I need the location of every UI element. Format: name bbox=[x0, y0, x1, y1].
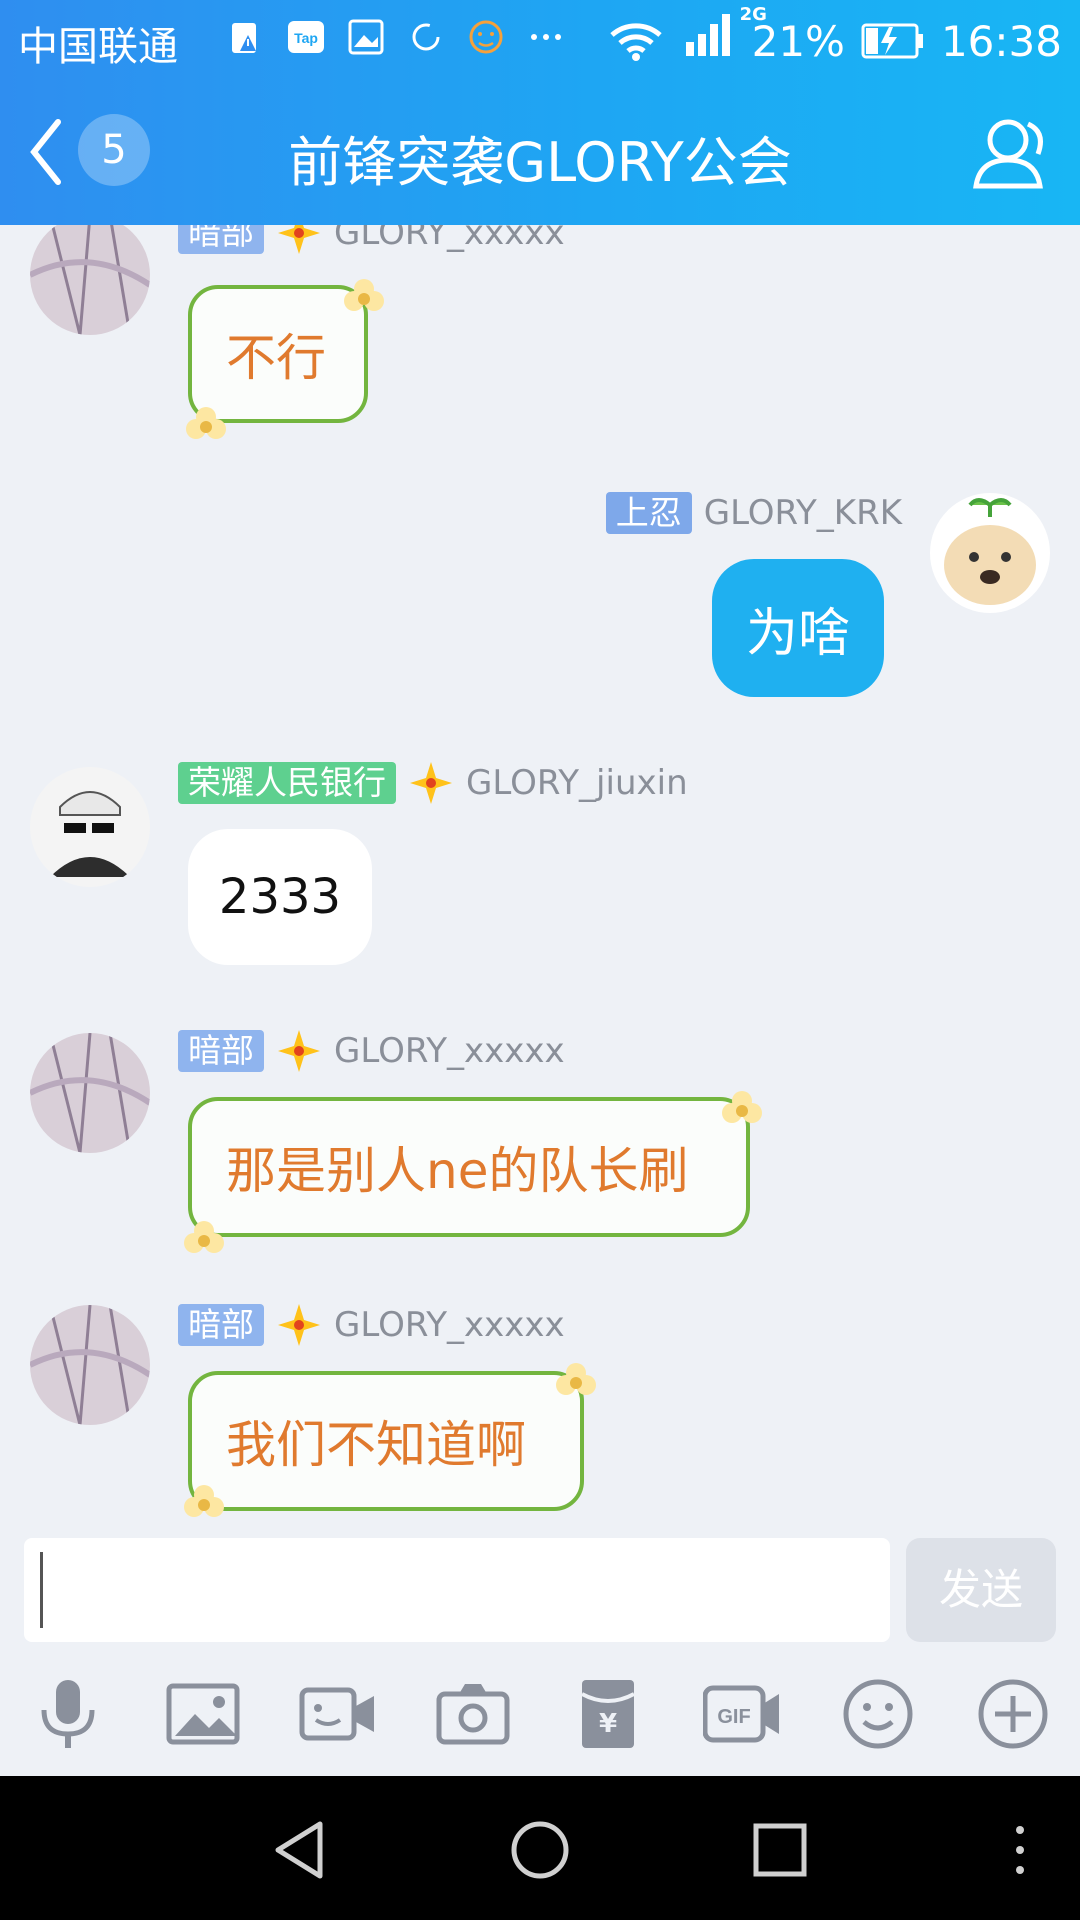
nav-home-icon[interactable] bbox=[508, 1818, 572, 1882]
sender-name: GLORY_xxxxx bbox=[334, 1305, 565, 1345]
avatar[interactable] bbox=[30, 1033, 150, 1153]
message-text: 为啥 bbox=[745, 603, 850, 664]
status-bar: 中国联通 Tap 2G 21% 16:38 bbox=[0, 0, 1080, 78]
sender-name: GLORY_xxxxx bbox=[334, 1031, 565, 1071]
star-badge-icon bbox=[278, 225, 320, 254]
role-badge: 暗部 bbox=[178, 1304, 264, 1346]
star-badge-icon bbox=[278, 1030, 320, 1072]
message-meta: 暗部 GLORY_xxxxx bbox=[178, 225, 565, 255]
flower-decoration-icon bbox=[344, 279, 384, 311]
page-title: 前锋突袭GLORY公会 bbox=[288, 131, 792, 194]
message-meta: 暗部 GLORY_xxxxx bbox=[178, 1303, 565, 1347]
signal-icon bbox=[685, 14, 730, 56]
role-badge: 荣耀人民银行 bbox=[178, 762, 396, 804]
plus-icon[interactable] bbox=[973, 1674, 1053, 1754]
text-caret bbox=[40, 1552, 43, 1628]
storage-warning-icon bbox=[232, 23, 256, 53]
carrier-label: 中国联通 bbox=[18, 24, 178, 70]
emoji-icon[interactable] bbox=[838, 1674, 918, 1754]
chat-messages[interactable]: 暗部 GLORY_xxxxx 不行 上忍 GLORY_KRK 为啥 荣耀人民银行… bbox=[0, 225, 1080, 1530]
flower-decoration-icon bbox=[556, 1363, 596, 1395]
message-input[interactable] bbox=[24, 1538, 890, 1642]
image-icon bbox=[348, 19, 384, 55]
role-badge: 暗部 bbox=[178, 1030, 264, 1072]
chat-header: 5 前锋突袭GLORY公会 bbox=[0, 78, 1080, 225]
group-members-button[interactable] bbox=[972, 114, 1052, 190]
flower-decoration-icon bbox=[722, 1091, 762, 1123]
clock: 16:38 bbox=[940, 16, 1062, 66]
camera-icon[interactable] bbox=[433, 1674, 513, 1754]
message-text: 我们不知道啊 bbox=[226, 1416, 526, 1474]
nav-recents-icon[interactable] bbox=[748, 1818, 812, 1882]
signal-group: 2G bbox=[680, 4, 767, 70]
svg-text:GIF: GIF bbox=[717, 1706, 750, 1728]
message-meta: 上忍 GLORY_KRK bbox=[605, 491, 902, 535]
composer-toolbar: ¥ GIF bbox=[0, 1648, 1080, 1776]
flower-decoration-icon bbox=[184, 1221, 224, 1253]
avatar[interactable] bbox=[30, 225, 150, 335]
avatar[interactable] bbox=[930, 493, 1050, 613]
gif-icon[interactable]: GIF bbox=[703, 1674, 783, 1754]
emoji-app-icon bbox=[469, 20, 503, 54]
status-icons: Tap bbox=[226, 17, 566, 57]
tap-app-icon: Tap bbox=[288, 21, 324, 53]
flower-decoration-icon bbox=[186, 407, 226, 439]
avatar[interactable] bbox=[30, 1305, 150, 1425]
composer: 发送 bbox=[0, 1530, 1080, 1648]
more-dots-icon bbox=[531, 34, 561, 40]
star-badge-icon bbox=[410, 762, 452, 804]
star-badge-icon bbox=[278, 1304, 320, 1346]
message-bubble[interactable]: 那是别人ne的队长刷 bbox=[188, 1097, 750, 1237]
role-badge: 暗部 bbox=[178, 225, 264, 254]
message-text: 2333 bbox=[218, 869, 342, 925]
flower-decoration-icon bbox=[184, 1485, 224, 1517]
role-badge: 上忍 bbox=[605, 492, 692, 534]
send-button[interactable]: 发送 bbox=[906, 1538, 1056, 1642]
message-text: 不行 bbox=[226, 329, 326, 387]
status-right: 2G 21% 16:38 bbox=[608, 4, 1062, 70]
network-badge: 2G bbox=[739, 4, 767, 25]
wifi-icon bbox=[609, 23, 662, 61]
top-bar: 中国联通 Tap 2G 21% 16:38 5 前锋突袭GLORY公会 bbox=[0, 0, 1080, 225]
video-call-icon[interactable] bbox=[298, 1674, 378, 1754]
avatar[interactable] bbox=[30, 767, 150, 887]
red-packet-icon[interactable]: ¥ bbox=[568, 1674, 648, 1754]
message-bubble[interactable]: 我们不知道啊 bbox=[188, 1371, 584, 1511]
message-meta: 荣耀人民银行 GLORY_jiuxin bbox=[178, 761, 688, 805]
message-bubble[interactable]: 为啥 bbox=[712, 559, 884, 697]
sender-name: GLORY_jiuxin bbox=[466, 763, 688, 803]
sender-name: GLORY_xxxxx bbox=[334, 225, 565, 253]
message-meta: 暗部 GLORY_xxxxx bbox=[178, 1029, 565, 1073]
message-bubble[interactable]: 2333 bbox=[188, 829, 372, 965]
svg-text:Tap: Tap bbox=[294, 30, 318, 46]
sender-name: GLORY_KRK bbox=[703, 493, 902, 533]
message-text: 那是别人ne的队长刷 bbox=[226, 1142, 689, 1200]
svg-text:¥: ¥ bbox=[599, 1709, 617, 1739]
sync-icon bbox=[412, 23, 440, 51]
nav-back-icon[interactable] bbox=[268, 1818, 332, 1882]
image-icon[interactable] bbox=[163, 1674, 243, 1754]
system-nav-bar bbox=[0, 1776, 1080, 1920]
nav-menu-icon[interactable] bbox=[988, 1818, 1052, 1882]
battery-charging-icon bbox=[861, 23, 923, 59]
microphone-icon[interactable] bbox=[28, 1674, 108, 1754]
